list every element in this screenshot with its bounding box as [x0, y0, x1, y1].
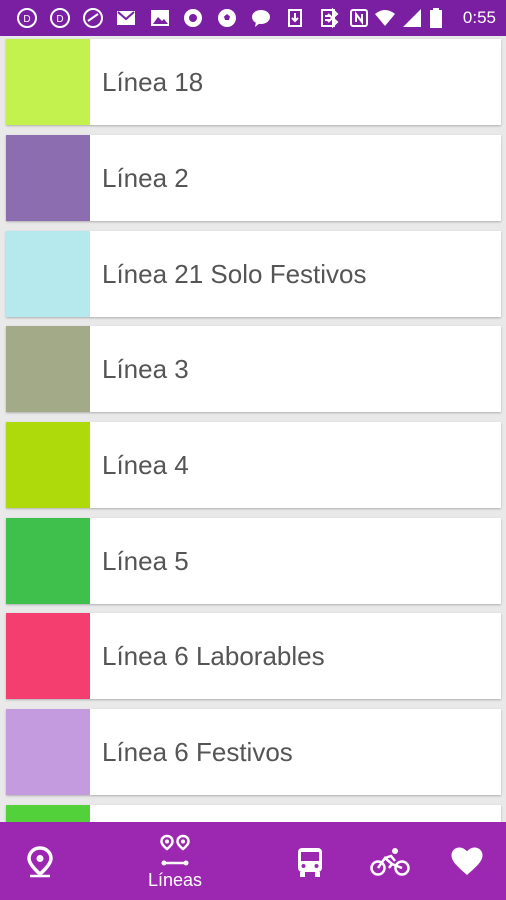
line-item[interactable]: Línea 5 [6, 518, 501, 604]
lines-list[interactable]: Línea 18 Línea 2 Línea 21 Solo Festivos … [0, 36, 506, 822]
svg-text:D: D [56, 14, 63, 25]
route-icon [160, 834, 190, 866]
nav-item-bus[interactable] [270, 822, 350, 900]
line-name: Línea 5 [102, 546, 189, 576]
status-bar: D D 0:55 [0, 0, 506, 36]
line-color-swatch [6, 613, 90, 699]
bus-icon [298, 848, 322, 877]
svg-text:D: D [23, 14, 30, 25]
line-color-swatch [6, 805, 90, 822]
line-color-swatch [6, 422, 90, 508]
chat-icon [252, 10, 270, 27]
soccer-icon [218, 9, 236, 27]
line-item[interactable]: Línea 21 Solo Festivos [6, 231, 501, 317]
notification-icon [83, 8, 103, 28]
nav-item-favorites[interactable] [428, 822, 506, 900]
line-item[interactable]: Línea 2 [6, 135, 501, 221]
bottom-navigation: Líneas [0, 822, 506, 900]
gmail-icon [117, 11, 135, 25]
line-color-swatch [6, 709, 90, 795]
heart-icon [451, 847, 483, 875]
line-item[interactable]: Línea 3 [6, 326, 501, 412]
line-color-swatch [6, 326, 90, 412]
nav-item-lineas[interactable]: Líneas [125, 822, 225, 900]
location-pin-icon [27, 846, 53, 878]
download-icon [288, 9, 302, 27]
line-name: Línea 6 Laborables [102, 641, 325, 671]
nfc-icon [350, 9, 368, 27]
line-item[interactable]: Línea 6 Laborables [6, 613, 501, 699]
line-color-swatch [6, 135, 90, 221]
line-name: Línea 18 [102, 67, 204, 97]
battery-icon [430, 8, 442, 28]
nav-item-location[interactable] [0, 822, 80, 900]
notification-icon: D [17, 8, 37, 28]
status-time: 0:55 [462, 8, 496, 27]
line-name: Línea 4 [102, 450, 189, 480]
line-name: Línea 6 Festivos [102, 737, 293, 767]
circle-icon [184, 9, 202, 27]
wifi-icon [375, 10, 395, 26]
line-color-swatch [6, 231, 90, 317]
line-name: Línea 2 [102, 163, 189, 193]
bluetooth-icon [327, 7, 339, 29]
line-item[interactable]: Línea 6 Festivos [6, 709, 501, 795]
line-name: Línea 21 Solo Festivos [102, 259, 367, 289]
line-item[interactable]: Línea 18 [6, 39, 501, 125]
bicycle-icon [370, 848, 410, 876]
nav-item-bicycle[interactable] [350, 822, 430, 900]
line-item[interactable]: Línea 4 [6, 422, 501, 508]
line-name: Línea 3 [102, 354, 189, 384]
line-color-swatch [6, 518, 90, 604]
line-item[interactable] [6, 805, 501, 822]
notification-icon: D [50, 8, 70, 28]
signal-icon [403, 9, 421, 27]
image-icon [151, 10, 169, 26]
line-color-swatch [6, 39, 90, 125]
nav-label-lineas: Líneas [147, 870, 203, 890]
